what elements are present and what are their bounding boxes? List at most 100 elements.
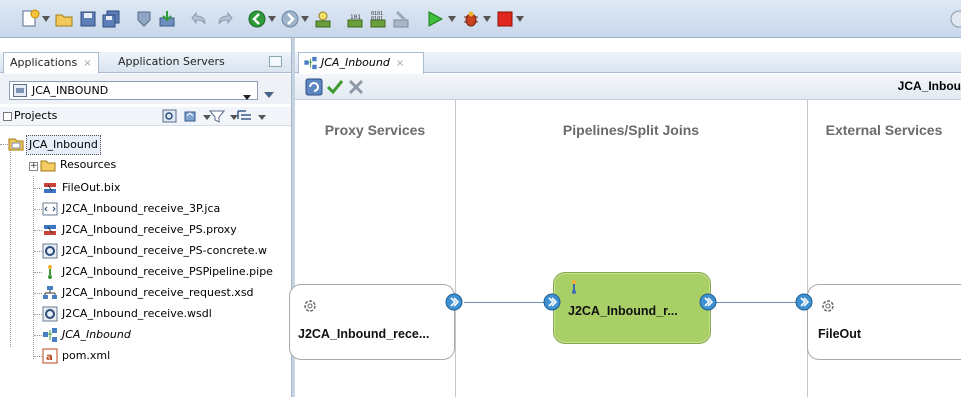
validate-icon[interactable] <box>326 78 344 96</box>
tree-item-label: Resources <box>60 158 117 171</box>
lane-header-proxy-services: Proxy Services <box>324 122 426 138</box>
new-icon[interactable] <box>20 9 40 29</box>
wsdl-icon <box>42 306 58 322</box>
main-toolbar: 101 0101 0101 <box>0 0 961 38</box>
projects-label: Projects <box>14 109 58 122</box>
proxy-service-component[interactable]: J2CA_Inbound_rece... <box>289 284 455 360</box>
tree-item-label: J2CA_Inbound_receive_PS.proxy <box>62 223 237 236</box>
tree-connector <box>34 251 42 252</box>
external-input-port-icon[interactable] <box>795 293 813 311</box>
tree-item-label: pom.xml <box>62 349 111 362</box>
tab-application-servers[interactable]: Application Servers <box>112 52 231 73</box>
forward-dropdown-icon[interactable] <box>301 16 309 22</box>
stop-icon[interactable] <box>495 9 515 29</box>
filter-search-icon[interactable] <box>162 109 178 124</box>
tree-item-label: J2CA_Inbound_receive_PS-concrete.w <box>62 244 268 257</box>
gear-icon <box>820 298 836 314</box>
expand-resources-icon[interactable]: + <box>29 162 38 171</box>
tree-connector <box>34 272 42 273</box>
external-service-label: FileOut <box>818 327 862 341</box>
collapse-projects-icon[interactable] <box>3 112 12 121</box>
tree-connector <box>34 356 42 357</box>
redo-icon[interactable] <box>214 9 234 29</box>
tab-applications[interactable]: Applications × <box>3 52 99 74</box>
xsd-icon <box>42 285 58 301</box>
tree-root-label: JCA_Inbound <box>26 135 101 155</box>
export-icon[interactable] <box>157 9 177 29</box>
tree-item-label: J2CA_Inbound_receive_PSPipeline.pipe <box>62 265 273 278</box>
editor-toolbar: JCA_Inbou <box>295 74 961 100</box>
editor-tab-label: JCA_Inbound <box>321 56 390 69</box>
find-icon[interactable] <box>313 9 333 29</box>
tree-connector <box>34 230 42 231</box>
gear-icon <box>302 298 318 314</box>
tree-item-label: JCA_Inbound <box>62 328 131 341</box>
proxy-service-icon <box>42 222 58 238</box>
editor-tabs: JCA_Inbound × <box>295 52 961 74</box>
pipeline-input-port-icon[interactable] <box>543 293 561 311</box>
debug-dropdown-icon[interactable] <box>483 16 491 22</box>
jca-file-icon <box>42 201 58 217</box>
back-dropdown-icon[interactable] <box>268 16 276 22</box>
undo-icon[interactable] <box>190 9 210 29</box>
tree-connector <box>34 209 42 210</box>
pipeline-component[interactable]: J2CA_Inbound_r... <box>553 272 711 344</box>
folder-icon <box>40 157 56 173</box>
tree-connector <box>0 144 8 145</box>
close-icon[interactable]: × <box>396 58 404 69</box>
pipeline-output-port-icon[interactable] <box>699 293 717 311</box>
new-dropdown-icon[interactable] <box>42 16 50 22</box>
help-icon[interactable] <box>949 9 961 29</box>
tree-connector <box>34 335 42 336</box>
save-icon[interactable] <box>78 9 98 29</box>
application-menu-icon[interactable] <box>264 87 274 98</box>
refresh-dropdown-icon[interactable] <box>199 109 211 124</box>
back-icon[interactable] <box>247 9 267 29</box>
application-select-value: JCA_INBOUND <box>32 84 109 97</box>
rebuild-icon[interactable]: 0101 0101 <box>368 9 388 29</box>
open-icon[interactable] <box>54 9 74 29</box>
tab-jca-inbound[interactable]: JCA_Inbound × <box>298 52 424 74</box>
save-all-icon[interactable] <box>101 9 121 29</box>
svg-text:a: a <box>46 352 53 363</box>
application-bar: JCA_INBOUND <box>0 74 291 104</box>
tree-item-label: J2CA_Inbound_receive_request.xsd <box>62 286 254 299</box>
chevron-down-icon <box>243 88 251 100</box>
tree-connector <box>10 147 11 347</box>
filter-dropdown-icon[interactable] <box>226 109 238 124</box>
wsdl-icon <box>42 243 58 259</box>
wire-pipeline-to-external[interactable] <box>715 302 800 303</box>
pipeline-icon <box>42 264 58 280</box>
run-dropdown-icon[interactable] <box>448 16 456 22</box>
close-icon[interactable]: × <box>83 58 91 69</box>
compile-icon[interactable]: 101 <box>345 9 365 29</box>
composite-icon <box>42 327 58 343</box>
application-select[interactable]: JCA_INBOUND <box>9 81 258 100</box>
projects-bar: Projects <box>0 107 291 126</box>
wire-proxy-to-pipeline[interactable] <box>464 302 551 303</box>
project-icon <box>8 136 24 152</box>
external-service-component[interactable]: FileOut <box>807 284 961 360</box>
proxy-output-port-icon[interactable] <box>445 293 463 311</box>
refresh-projects-icon[interactable] <box>182 109 198 124</box>
minimize-panel-icon[interactable] <box>269 56 282 67</box>
deploy-icon[interactable] <box>134 9 154 29</box>
stop-dropdown-icon[interactable] <box>516 16 524 22</box>
clean-icon[interactable] <box>391 9 411 29</box>
group-dropdown-icon[interactable] <box>254 109 266 124</box>
filter-icon[interactable] <box>209 109 225 124</box>
forward-icon[interactable] <box>280 9 300 29</box>
run-icon[interactable] <box>425 9 445 29</box>
composite-icon <box>303 56 318 70</box>
navigator-tabs: Applications × Application Servers <box>0 52 291 74</box>
pipeline-label: J2CA_Inbound_r... <box>568 304 678 318</box>
applications-navigator: Applications × Application Servers JCA_IN… <box>0 38 291 397</box>
delete-icon[interactable] <box>347 78 365 96</box>
tree-connector <box>34 188 42 189</box>
svg-text:0101: 0101 <box>371 16 383 22</box>
debug-icon[interactable] <box>461 9 481 29</box>
tree-item-label: J2CA_Inbound_receive_3P.jca <box>62 202 221 215</box>
refresh-icon[interactable] <box>305 78 323 96</box>
group-by-icon[interactable] <box>237 109 253 124</box>
composite-canvas[interactable]: Proxy Services Pipelines/Split Joins Ext… <box>289 100 961 397</box>
